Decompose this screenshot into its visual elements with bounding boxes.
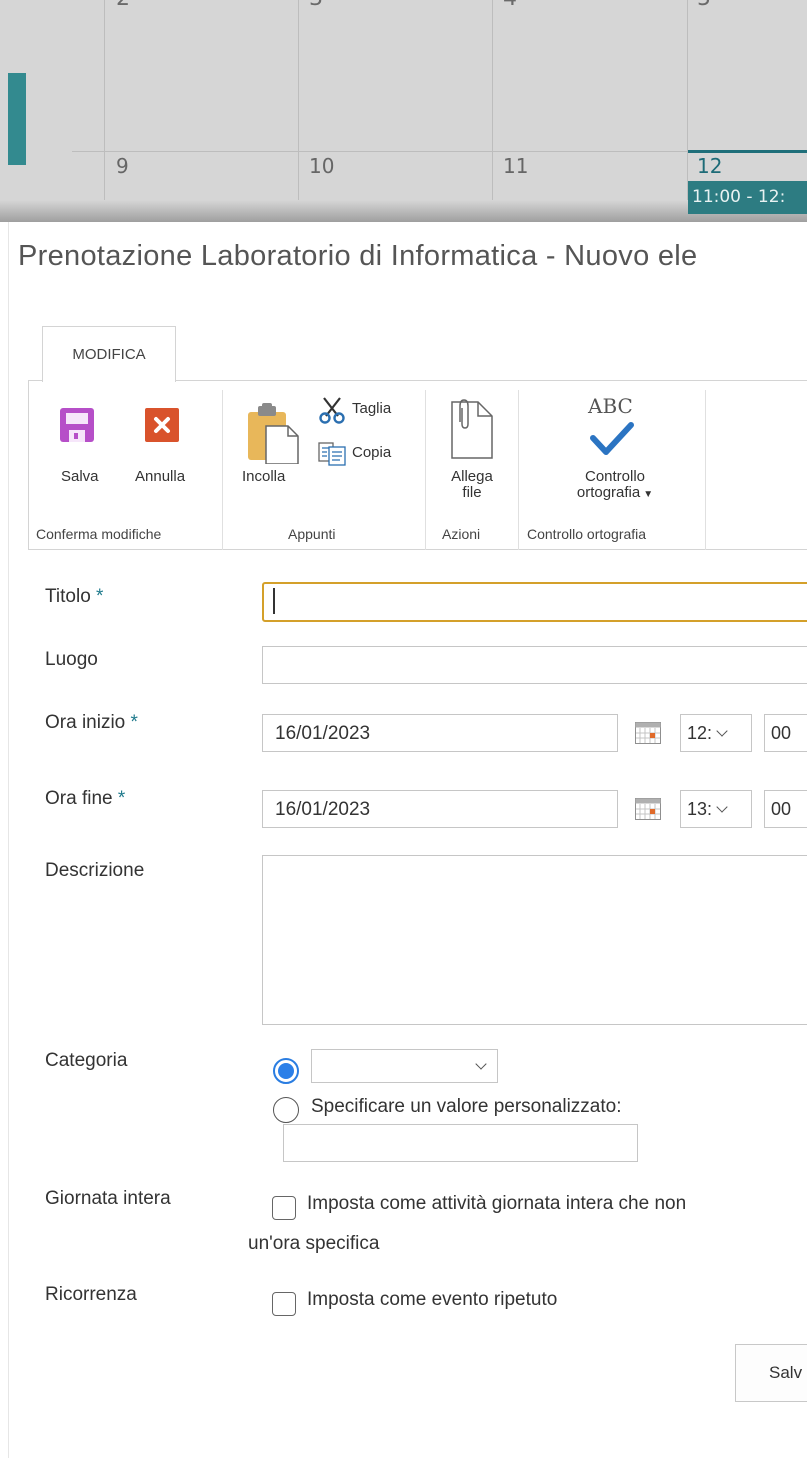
ribbon-copy-button[interactable]: Copia: [316, 440, 411, 468]
end-minute-select[interactable]: 00: [764, 790, 807, 828]
category-custom-label: Specificare un valore personalizzato:: [311, 1096, 622, 1117]
end-date-input[interactable]: 16/01/2023: [262, 790, 618, 828]
description-label: Descrizione: [45, 860, 145, 881]
page-title: Prenotazione Laboratorio di Informatica …: [18, 240, 698, 272]
category-custom-input[interactable]: [283, 1124, 638, 1162]
scissors-icon: [319, 397, 345, 424]
close-icon: [145, 408, 179, 442]
chevron-down-icon: [475, 1058, 487, 1070]
ribbon-spellcheck-label-1: Controllo: [584, 468, 646, 485]
start-time-label: Ora inizio *: [45, 712, 138, 733]
end-time-label: Ora fine *: [45, 788, 126, 809]
start-hour-select[interactable]: 12:: [680, 714, 752, 752]
ribbon-cancel-button[interactable]: Annulla: [132, 400, 202, 490]
category-custom-radio[interactable]: [273, 1097, 299, 1123]
clipboard-icon: [248, 403, 299, 464]
all-day-text: Imposta come attività giornata intera ch…: [307, 1193, 687, 1214]
recurrence-text: Imposta come evento ripetuto: [307, 1289, 558, 1310]
ribbon-group-separator: [222, 390, 223, 550]
calendar-day-number[interactable]: 5: [697, 0, 711, 11]
calendar-gridline: [298, 0, 299, 222]
ribbon-paste-label: Incolla: [242, 468, 286, 485]
end-hour-select[interactable]: 13:: [680, 790, 752, 828]
chevron-down-icon: [716, 725, 728, 737]
ribbon-group-commit: Conferma modifiche: [36, 526, 162, 542]
title-label: Titolo *: [45, 586, 104, 607]
calendar-event[interactable]: 11:00 - 12:: [688, 181, 807, 214]
required-marker: *: [96, 586, 104, 607]
chevron-down-icon: [716, 801, 728, 813]
calendar-day-number-today[interactable]: 12: [697, 154, 722, 178]
ribbon-paste-button[interactable]: Incolla: [242, 400, 302, 490]
category-choice-radio[interactable]: [273, 1058, 299, 1084]
dropdown-arrow-icon: ▼: [643, 489, 654, 500]
tab-modifica[interactable]: MODIFICA: [42, 326, 176, 382]
ribbon-save-label: Salva: [61, 468, 99, 485]
ribbon-spellcheck-label-2: ortografia ▼: [576, 484, 654, 501]
calendar-day-number[interactable]: 11: [503, 154, 528, 178]
start-date-input[interactable]: 16/01/2023: [262, 714, 618, 752]
category-select[interactable]: [311, 1049, 498, 1083]
all-day-checkbox[interactable]: [272, 1196, 296, 1220]
required-marker: *: [117, 788, 126, 809]
save-button[interactable]: Salv: [735, 1344, 807, 1402]
ribbon-attach-label-1: Allega: [451, 468, 493, 485]
calendar-icon[interactable]: [635, 722, 661, 744]
all-day-label: Giornata intera: [45, 1188, 171, 1209]
calendar-side-tab[interactable]: [8, 73, 26, 165]
ribbon-cut-button[interactable]: Taglia: [316, 396, 411, 424]
copy-icon: [318, 442, 346, 466]
recurrence-label: Ricorrenza: [45, 1284, 137, 1305]
save-icon: [60, 408, 94, 442]
calendar-day-number[interactable]: 9: [116, 154, 129, 178]
calendar-icon[interactable]: [635, 798, 661, 820]
ribbon-group-actions: Azioni: [442, 526, 481, 542]
ribbon-group-clipboard: Appunti: [288, 526, 336, 542]
category-label: Categoria: [45, 1050, 128, 1071]
start-minute-select[interactable]: 00: [764, 714, 807, 752]
ribbon-copy-label: Copia: [352, 444, 392, 461]
overlay-shadow: [0, 200, 807, 222]
ribbon-attach-file-button[interactable]: Allega file: [440, 398, 504, 508]
ribbon-cut-label: Taglia: [352, 400, 392, 417]
recurrence-checkbox[interactable]: [272, 1292, 296, 1316]
calendar-background: 2 3 4 5 9 10 11 12 11:00 - 12:: [0, 0, 807, 222]
calendar-day-number[interactable]: 10: [309, 154, 334, 178]
ribbon-group-separator: [705, 390, 706, 550]
calendar-gridline: [492, 0, 493, 222]
text-caret: [273, 588, 275, 614]
ribbon-save-button[interactable]: Salva: [50, 400, 105, 490]
calendar-today-indicator: [688, 150, 807, 153]
ribbon-group-separator: [425, 390, 426, 550]
calendar-gridline: [104, 0, 105, 222]
calendar-day-number[interactable]: 3: [309, 0, 323, 11]
ribbon-group-separator: [518, 390, 519, 550]
ribbon-spellcheck-button[interactable]: ABC Controllo ortografia ▼: [560, 394, 670, 510]
ribbon-cancel-label: Annulla: [135, 468, 186, 485]
all-day-text-continued: un'ora specifica: [248, 1233, 380, 1254]
ribbon-attach-label-2: file: [462, 484, 482, 501]
checkmark-icon: [590, 422, 634, 455]
title-input[interactable]: [262, 582, 807, 622]
required-marker: *: [130, 712, 138, 733]
location-label: Luogo: [45, 649, 98, 670]
location-input[interactable]: [262, 646, 807, 684]
calendar-day-number[interactable]: 2: [116, 0, 130, 11]
ribbon-group-spelling: Controllo ortografia: [527, 526, 647, 542]
calendar-day-number[interactable]: 4: [503, 0, 517, 11]
description-textarea[interactable]: [262, 855, 807, 1025]
spellcheck-abc-text: ABC: [588, 394, 633, 418]
attach-file-icon: [451, 399, 493, 459]
